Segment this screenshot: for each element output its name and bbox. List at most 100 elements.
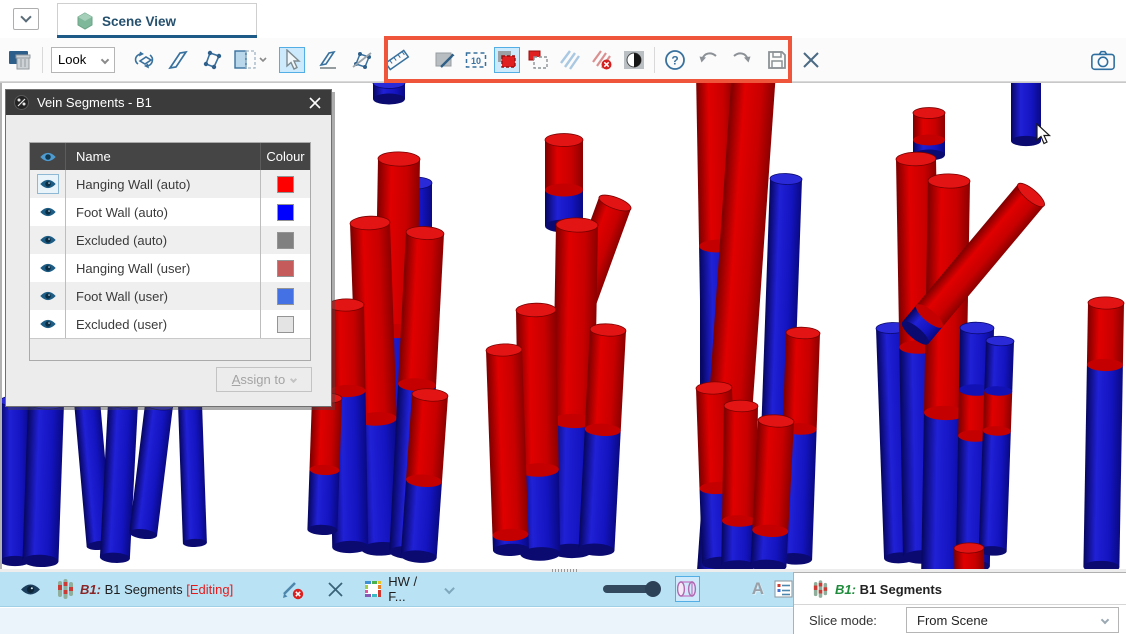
segment-name: Foot Wall (user) xyxy=(66,282,260,310)
select-tool-button[interactable] xyxy=(279,47,305,73)
object-visibility-button[interactable] xyxy=(20,582,41,597)
name-column-header: Name xyxy=(66,149,260,164)
clear-scene-button[interactable] xyxy=(8,47,34,73)
legend-colours-icon xyxy=(364,580,382,598)
visibility-column-header[interactable] xyxy=(30,143,66,170)
status-strip xyxy=(0,608,793,634)
table-row[interactable]: Hanging Wall (auto) xyxy=(30,170,310,198)
slice-mode-value: From Scene xyxy=(917,613,988,628)
tab-list-dropdown-button[interactable] xyxy=(13,8,39,30)
remove-selection-icon xyxy=(526,48,550,72)
visibility-cell xyxy=(30,198,66,226)
segments-table: Name Colour Hanging Wall (auto)Foot Wall… xyxy=(29,142,311,361)
text-display-button[interactable]: A xyxy=(752,579,764,599)
rotate-slicer-button[interactable] xyxy=(131,47,157,73)
colour-legend-button[interactable] xyxy=(364,580,382,598)
screenshot-button[interactable] xyxy=(1090,47,1116,73)
show-intervals-button[interactable] xyxy=(557,47,583,73)
slider-knob[interactable] xyxy=(645,581,661,597)
colour-swatch[interactable] xyxy=(277,232,294,249)
slice-display-mode-button[interactable] xyxy=(231,47,271,73)
table-row[interactable]: Hanging Wall (user) xyxy=(30,254,310,282)
visibility-cell xyxy=(30,226,66,254)
legend-selection-label[interactable]: HW / F... xyxy=(388,574,431,604)
look-dropdown[interactable]: Look xyxy=(51,47,115,73)
hide-unassigned-button[interactable] xyxy=(589,47,615,73)
edit-colours-button[interactable] xyxy=(432,47,458,73)
add-to-selection-button[interactable] xyxy=(494,47,520,73)
segment-name: Foot Wall (auto) xyxy=(66,198,260,226)
tab-scene-view[interactable]: Scene View xyxy=(57,3,257,38)
table-row[interactable]: Excluded (user) xyxy=(30,310,310,338)
close-editor-button[interactable] xyxy=(798,47,824,73)
interval-10-icon: 10 xyxy=(464,48,488,72)
remove-from-scene-button[interactable] xyxy=(327,581,344,598)
visibility-cell xyxy=(30,170,66,198)
segments-object-icon xyxy=(57,579,74,600)
tab-bar: Scene View xyxy=(0,0,1126,38)
chevron-down-icon[interactable] xyxy=(444,584,455,595)
visibility-eye-toggle[interactable] xyxy=(37,174,59,194)
table-row[interactable]: Foot Wall (auto) xyxy=(30,198,310,226)
eye-icon xyxy=(39,318,57,330)
cursor-arrow-icon xyxy=(282,49,302,71)
contrast-mode-button[interactable] xyxy=(621,47,647,73)
dialog-titlebar[interactable]: Vein Segments - B1 xyxy=(6,90,331,115)
table-body: Hanging Wall (auto)Foot Wall (auto)Exclu… xyxy=(30,170,310,338)
interval-selection-button[interactable]: 10 xyxy=(463,47,489,73)
save-button[interactable] xyxy=(764,47,790,73)
moving-plane-button[interactable] xyxy=(349,47,375,73)
opacity-slider[interactable] xyxy=(603,585,657,593)
colour-swatch[interactable] xyxy=(277,204,294,221)
ruler-button[interactable] xyxy=(384,47,410,73)
help-button[interactable]: ? xyxy=(662,47,688,73)
chevron-down-icon xyxy=(290,376,297,383)
colour-swatch[interactable] xyxy=(277,260,294,277)
object-title: B1 Segments xyxy=(101,582,186,597)
help-icon: ? xyxy=(663,48,687,72)
empty-table-row xyxy=(30,338,310,360)
application-window: Scene View Look xyxy=(0,0,1126,634)
window-edge xyxy=(0,83,2,569)
assign-to-button[interactable]: Assign to xyxy=(216,367,312,392)
stop-editing-button[interactable] xyxy=(281,579,305,600)
visibility-eye-toggle[interactable] xyxy=(37,258,59,278)
table-row[interactable]: Excluded (auto) xyxy=(30,226,310,254)
draw-slicer-plane-button[interactable] xyxy=(199,47,225,73)
slice-mode-label: Slice mode: xyxy=(809,613,877,628)
visibility-eye-toggle[interactable] xyxy=(37,230,59,250)
segment-name: Excluded (user) xyxy=(66,310,260,338)
colour-swatch[interactable] xyxy=(277,288,294,305)
colour-cell xyxy=(260,254,310,282)
draw-slice-line-button[interactable] xyxy=(315,47,341,73)
slice-mode-dropdown[interactable]: From Scene xyxy=(906,607,1119,633)
segments-object-icon xyxy=(813,580,828,599)
slicer-tool-button[interactable] xyxy=(165,47,191,73)
object-prefix: B1: xyxy=(80,582,101,597)
segment-name: Hanging Wall (user) xyxy=(66,254,260,282)
table-row[interactable]: Foot Wall (user) xyxy=(30,282,310,310)
colour-swatch[interactable] xyxy=(277,316,294,333)
flat-shading-toggle[interactable] xyxy=(675,576,700,602)
vein-segments-dialog: Vein Segments - B1 Name Colour xyxy=(5,89,332,407)
redo-icon xyxy=(729,48,753,72)
visibility-eye-toggle[interactable] xyxy=(37,314,59,334)
colour-cell xyxy=(260,282,310,310)
properties-title: B1: B1 Segments xyxy=(835,582,942,597)
rotate-slicer-icon xyxy=(132,48,156,72)
undo-button[interactable] xyxy=(696,47,722,73)
redo-button[interactable] xyxy=(728,47,754,73)
dialog-close-button[interactable] xyxy=(307,95,323,111)
visibility-eye-toggle[interactable] xyxy=(37,286,59,306)
colour-swatch[interactable] xyxy=(277,176,294,193)
remove-from-selection-button[interactable] xyxy=(525,47,551,73)
dialog-title: Vein Segments - B1 xyxy=(37,95,152,110)
look-label: Look xyxy=(58,52,86,67)
scene-list-button[interactable] xyxy=(774,580,793,598)
add-selection-icon xyxy=(495,48,519,72)
scene-viewport[interactable]: Vein Segments - B1 Name Colour xyxy=(0,82,1126,569)
visibility-cell xyxy=(30,254,66,282)
slice-display-icon xyxy=(233,48,269,72)
scene-object-label[interactable]: B1: B1 Segments [Editing] xyxy=(80,582,233,597)
visibility-eye-toggle[interactable] xyxy=(37,202,59,222)
